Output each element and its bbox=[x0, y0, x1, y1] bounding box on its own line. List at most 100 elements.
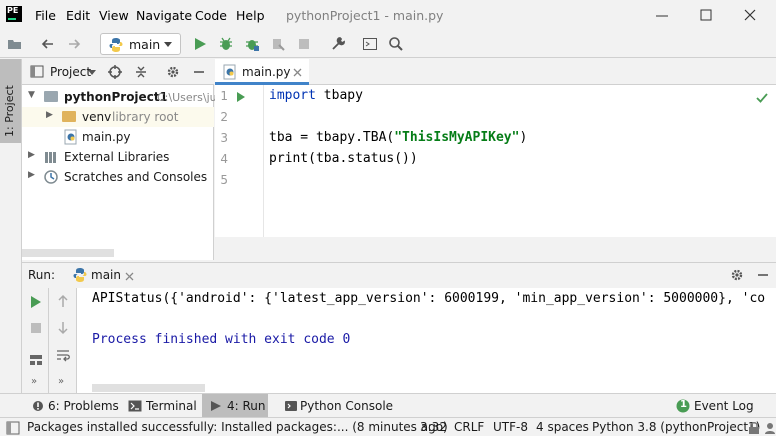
menu-file[interactable]: File bbox=[35, 8, 56, 23]
tab-problems[interactable]: 6: Problems bbox=[26, 394, 119, 418]
project-tool-tab[interactable]: 1: Project bbox=[0, 59, 21, 143]
back-arrow-icon[interactable] bbox=[40, 36, 56, 52]
soft-wrap-icon[interactable] bbox=[56, 348, 70, 362]
code-editor[interactable]: import tbapy tba = tbapy.TBA("ThisIsMyAP… bbox=[264, 85, 776, 237]
editor-tab-bar: main.py bbox=[215, 59, 776, 85]
gear-icon[interactable] bbox=[730, 268, 744, 282]
project-view-title[interactable]: Project bbox=[50, 65, 91, 79]
horizontal-scrollbar[interactable] bbox=[22, 249, 114, 257]
chevron-right-icon[interactable]: ▶ bbox=[46, 110, 53, 120]
tree-main-file: main.py bbox=[82, 130, 131, 144]
close-icon[interactable] bbox=[738, 4, 762, 26]
tree-row-venv[interactable]: ▶ venv library root bbox=[22, 107, 214, 127]
tab-python-console[interactable]: Python Console bbox=[282, 394, 393, 418]
stop-icon[interactable] bbox=[29, 321, 43, 335]
tree-row-external-libraries[interactable]: ▶ External Libraries bbox=[22, 147, 214, 167]
run-icon bbox=[211, 401, 221, 411]
gear-icon[interactable] bbox=[166, 65, 180, 79]
menu-navigate[interactable]: Navigate bbox=[136, 8, 192, 23]
inspector-icon[interactable] bbox=[764, 421, 776, 435]
run-label: Run: bbox=[28, 268, 56, 282]
more-actions-icon[interactable]: » bbox=[31, 376, 37, 387]
status-encoding[interactable]: UTF-8 bbox=[493, 420, 528, 434]
maximize-icon[interactable] bbox=[694, 4, 718, 26]
chevron-down-icon[interactable] bbox=[88, 70, 96, 76]
tab-event-log[interactable]: 1 Event Log bbox=[676, 394, 772, 418]
search-icon[interactable] bbox=[388, 36, 404, 52]
tab-run[interactable]: 4: Run bbox=[202, 394, 268, 418]
layout-icon[interactable] bbox=[29, 353, 43, 367]
chevron-right-icon[interactable]: ▶ bbox=[28, 170, 35, 180]
tree-external-libraries: External Libraries bbox=[64, 150, 170, 164]
close-tab-icon[interactable] bbox=[293, 68, 302, 77]
open-folder-icon[interactable] bbox=[7, 36, 23, 52]
status-position[interactable]: 3:32 bbox=[420, 420, 447, 434]
run-actions-bar: » bbox=[22, 288, 49, 393]
event-count: 1 bbox=[680, 399, 687, 410]
run-window-header: Run: main bbox=[22, 262, 776, 288]
status-message[interactable]: Packages installed successfully: Install… bbox=[27, 420, 448, 434]
status-interpreter[interactable]: Python 3.8 (pythonProject1) bbox=[592, 420, 760, 434]
run-icon[interactable] bbox=[192, 36, 208, 52]
window-title: pythonProject1 - main.py bbox=[286, 8, 444, 23]
menu-help[interactable]: Help bbox=[236, 8, 265, 23]
console-finish-line: Process finished with exit code 0 bbox=[92, 332, 351, 347]
status-line-separator[interactable]: CRLF bbox=[454, 420, 484, 434]
run-with-coverage-icon[interactable] bbox=[244, 36, 260, 52]
run-console: » » APIStatus({'android': {'latest_app_v… bbox=[22, 288, 776, 393]
scroll-down-icon[interactable] bbox=[56, 321, 70, 335]
code-line-1: import tbapy bbox=[269, 88, 363, 103]
menu-code[interactable]: Code bbox=[195, 8, 227, 23]
folder-icon bbox=[44, 91, 58, 102]
hide-panel-icon[interactable] bbox=[192, 65, 206, 79]
menu-edit[interactable]: Edit bbox=[66, 8, 90, 23]
chevron-down-icon[interactable]: ▼ bbox=[28, 90, 35, 100]
menu-view[interactable]: View bbox=[99, 8, 129, 23]
keyword: import bbox=[269, 88, 316, 103]
tab-terminal[interactable]: Terminal bbox=[124, 394, 197, 418]
run-tab-main[interactable]: main bbox=[91, 268, 121, 282]
run-gutter-icon[interactable] bbox=[236, 91, 246, 103]
panel-toggle-icon[interactable] bbox=[6, 421, 20, 435]
tool-window-tabs: 6: Problems Terminal 4: Run Python Conso… bbox=[0, 393, 776, 418]
line-number: 2 bbox=[220, 110, 228, 124]
tree-row-main-py[interactable]: main.py bbox=[22, 127, 214, 147]
locate-icon[interactable] bbox=[108, 65, 122, 79]
check-icon[interactable] bbox=[756, 93, 768, 103]
code-text: tbapy bbox=[315, 88, 363, 103]
wrench-icon[interactable] bbox=[330, 36, 346, 52]
horizontal-scrollbar[interactable] bbox=[92, 384, 205, 392]
run-configuration-select[interactable]: main bbox=[100, 33, 181, 55]
minimize-icon[interactable] bbox=[650, 4, 674, 26]
tab-event-log-label: Event Log bbox=[694, 399, 754, 413]
tree-root-name: pythonProject1 bbox=[64, 90, 168, 104]
collapse-all-icon[interactable] bbox=[134, 65, 148, 79]
code-line-4: print(tba.status()) bbox=[269, 151, 418, 166]
scroll-up-icon[interactable] bbox=[56, 294, 70, 308]
rerun-icon[interactable] bbox=[29, 295, 43, 309]
python-console-icon bbox=[285, 401, 297, 411]
line-number: 4 bbox=[220, 152, 228, 166]
python-file-icon bbox=[64, 129, 77, 145]
tree-row-scratches[interactable]: ▶ Scratches and Consoles bbox=[22, 167, 214, 187]
library-icon bbox=[45, 152, 56, 163]
more-actions-icon[interactable]: » bbox=[58, 376, 64, 387]
tab-label: main.py bbox=[242, 65, 291, 79]
code-text: tba = tbapy.TBA( bbox=[269, 130, 395, 145]
status-indent[interactable]: 4 spaces bbox=[536, 420, 589, 434]
pycharm-logo: PE bbox=[6, 6, 22, 22]
project-structure-icon[interactable] bbox=[362, 36, 378, 52]
close-tab-icon[interactable] bbox=[125, 272, 134, 281]
project-tab-label: 1: Project bbox=[3, 85, 16, 137]
tab-main-py[interactable]: main.py bbox=[215, 59, 309, 85]
stop-icon[interactable] bbox=[296, 36, 312, 52]
forward-arrow-icon[interactable] bbox=[66, 36, 82, 52]
hide-panel-icon[interactable] bbox=[756, 268, 770, 282]
profile-icon[interactable] bbox=[270, 36, 286, 52]
console-actions-bar: » bbox=[49, 288, 77, 393]
tree-row-project-root[interactable]: ▼ pythonProject1 C:\Users\ju bbox=[22, 87, 217, 107]
python-icon bbox=[109, 38, 123, 52]
lock-icon[interactable] bbox=[748, 421, 760, 435]
debug-icon[interactable] bbox=[218, 36, 234, 52]
chevron-right-icon[interactable]: ▶ bbox=[28, 150, 35, 160]
